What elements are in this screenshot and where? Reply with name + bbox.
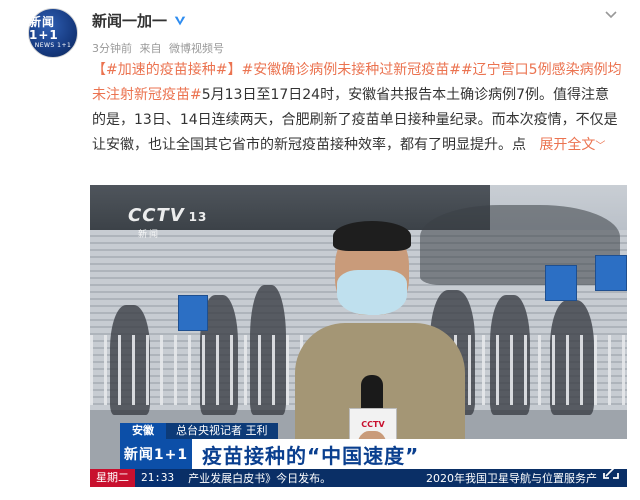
- expand-full-text-link[interactable]: 展开全文: [539, 137, 595, 153]
- video-bg-sign: [178, 295, 208, 331]
- lower-third-main: 新闻1+1 疫苗接种的“中国速度”: [120, 439, 627, 469]
- avatar-line1: 新闻1+1: [29, 15, 59, 42]
- news-headline: 疫苗接种的“中国速度”: [202, 443, 420, 468]
- hashtag-link-2[interactable]: #安徽确诊病例未接种过新冠疫苗#: [241, 62, 460, 78]
- post-source-prefix: 来自: [139, 42, 162, 55]
- location-label: 安徽: [120, 423, 166, 439]
- news-ticker: 星期二 21:33 产业发展白皮书》今日发布。 2020年我国卫星导航与位置服务…: [90, 469, 627, 487]
- lower-third-top: 安徽 总台央视记者 王利: [120, 423, 380, 439]
- channel-logo-text: CCTV: [128, 205, 185, 226]
- account-header: 新闻一加一: [92, 10, 187, 31]
- reporter-mask: [337, 270, 407, 315]
- channel-logo: CCTV 13: [128, 205, 207, 226]
- reporter-hair: [333, 221, 411, 251]
- ticker-clock: 21:33: [135, 469, 181, 487]
- post-meta: 3分钟前 来自 微博视频号: [92, 40, 228, 56]
- post-time: 3分钟前: [92, 42, 132, 55]
- program-logo: 新闻1+1: [120, 439, 192, 469]
- reporter-label: 总台央视记者 王利: [166, 423, 278, 439]
- video-bg-sign: [545, 265, 577, 301]
- expand-spacer: [526, 137, 539, 153]
- hashtag-link-1[interactable]: 【#加速的疫苗接种#】: [92, 62, 241, 78]
- ticker-weekday: 星期二: [90, 469, 135, 487]
- account-name[interactable]: 新闻一加一: [92, 10, 167, 31]
- fullscreen-icon[interactable]: [601, 461, 621, 481]
- ticker-text-right: 2020年我国卫星导航与位置服务产: [426, 472, 597, 485]
- chevron-down-icon[interactable]: [604, 8, 618, 22]
- video-player[interactable]: CCTV 13 新闻 CCTV 安徽 总台央视记者 王利 新闻1+1 疫苗接种的“…: [90, 185, 627, 487]
- video-bg-sign: [595, 255, 627, 291]
- post-text: 【#加速的疫苗接种#】#安徽确诊病例未接种过新冠疫苗##辽宁营口5例感染病例均未…: [92, 58, 622, 159]
- channel-number: 13: [188, 210, 208, 224]
- verified-badge-icon: [174, 16, 186, 25]
- news-lower-third: 安徽 总台央视记者 王利 新闻1+1 疫苗接种的“中国速度” 星期二 21:33…: [90, 423, 627, 487]
- expand-arrow-icon[interactable]: ﹀: [595, 141, 605, 152]
- post-source[interactable]: 微博视频号: [169, 42, 224, 55]
- account-avatar[interactable]: 新闻1+1 NEWS 1+1: [28, 8, 78, 58]
- avatar-line2: NEWS 1+1: [34, 42, 72, 49]
- ticker-text-left: 产业发展白皮书》今日发布。: [188, 472, 332, 485]
- channel-sub: 新闻: [138, 230, 161, 240]
